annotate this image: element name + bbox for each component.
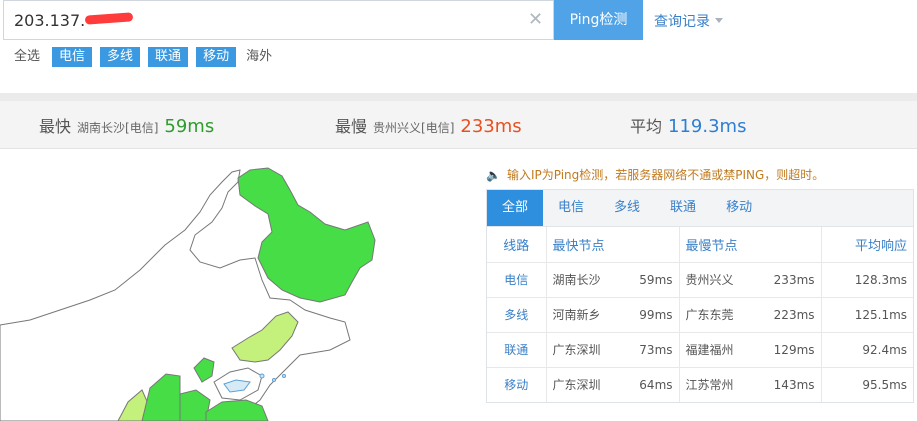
cell-slow-node: 贵州兴义 [679, 262, 760, 298]
table-row[interactable]: 电信 湖南长沙 59ms 贵州兴义 233ms 128.3ms [487, 262, 914, 298]
cell-avg: 95.5ms [862, 377, 908, 392]
chevron-down-icon [715, 18, 723, 23]
stat-slowest-node: 贵州兴义[电信] [373, 121, 455, 135]
stat-fastest: 最快 湖南长沙[电信] 59ms [39, 113, 214, 137]
cell-fast-node: 广东深圳 [552, 378, 601, 393]
cell-line: 移动 [487, 367, 547, 402]
cell-fast-ms: 59ms [616, 262, 680, 298]
stat-fastest-label: 最快 [39, 117, 72, 136]
stat-average: 平均 119.3ms [630, 113, 746, 137]
header-fastest: 最快节点 [546, 227, 680, 263]
cell-line: 联通 [487, 332, 547, 368]
speaker-icon: 🔈 [486, 168, 501, 182]
tab-telecom[interactable]: 电信 [543, 190, 599, 226]
map-island [259, 373, 265, 379]
stat-fastest-value: 59ms [164, 116, 215, 137]
table-row[interactable]: 移动 广东深圳 64ms 江苏常州 143ms 95.5ms [487, 367, 913, 402]
notice-text: 输入IP为Ping检测，若服务器网络不通或禁PING，则超时。 [506, 168, 825, 182]
table-row[interactable]: 联通 广东深圳 73ms 福建福州 129ms 92.4ms [487, 332, 914, 368]
divider [0, 93, 917, 101]
cell-avg: 92.4ms [821, 332, 914, 368]
tab-mobile[interactable]: 移动 [711, 190, 767, 226]
cell-fast-ms: 64ms [616, 367, 680, 402]
header-line: 线路 [487, 227, 547, 263]
cell-fast-node: 湖南长沙 [546, 262, 616, 298]
search-area: ✕ Ping检测 查询记录 全选 电信 多线 联通 移动 海外 [0, 0, 917, 92]
cell-slow-ms: 129ms [759, 332, 822, 368]
cell-fast-node: 河南新乡 [546, 297, 616, 333]
cell-fast-node: 广东深圳 [546, 332, 616, 368]
tab-unicom[interactable]: 联通 [655, 190, 711, 226]
cell-fast-ms: 99ms [616, 297, 680, 333]
cell-avg: 128.3ms [821, 262, 914, 298]
header-average: 平均响应 [821, 227, 914, 263]
stat-average-value: 119.3ms [668, 116, 747, 137]
tab-multiline[interactable]: 多线 [599, 190, 655, 226]
results-panel: 全部 电信 多线 联通 移动 线路 最快节点 最慢节点 平均响应 电信 湖南长沙… [486, 189, 914, 403]
map-island [272, 378, 276, 382]
results-table: 线路 最快节点 最慢节点 平均响应 电信 湖南长沙 59ms 贵州兴义 233m… [487, 227, 914, 402]
cell-slow-node: 广东东莞 [679, 297, 760, 333]
ip-input-box[interactable]: ✕ [3, 0, 554, 40]
clear-icon[interactable]: ✕ [528, 9, 543, 31]
stat-average-label: 平均 [630, 117, 663, 136]
notice: 🔈 输入IP为Ping检测，若服务器网络不通或禁PING，则超时。 [486, 166, 824, 183]
cell-fast-ms: 73ms [616, 332, 680, 368]
cell-slow-ms: 233ms [759, 262, 822, 298]
history-dropdown[interactable]: 查询记录 [654, 11, 723, 31]
stats-bar: 最快 湖南长沙[电信] 59ms 最慢 贵州兴义[电信] 233ms 平均 119.3ms [0, 101, 917, 149]
header-slowest: 最慢节点 [679, 227, 822, 263]
stat-fastest-node: 湖南长沙[电信] [77, 121, 159, 135]
table-row[interactable]: 多线 河南新乡 99ms 广东东莞 223ms 125.1ms [487, 297, 914, 333]
history-label: 查询记录 [654, 14, 710, 30]
filter-unicom[interactable]: 联通 [148, 47, 189, 67]
stat-slowest-label: 最慢 [335, 117, 368, 136]
map-island [282, 374, 286, 378]
stat-slowest: 最慢 贵州兴义[电信] 233ms [335, 113, 522, 137]
cell-line: 电信 [487, 262, 547, 298]
cell-avg: 125.1ms [821, 297, 914, 333]
filter-mobile[interactable]: 移动 [196, 47, 237, 67]
filter-overseas[interactable]: 海外 [244, 47, 272, 67]
line-filters: 全选 电信 多线 联通 移动 海外 [14, 47, 272, 67]
ping-button[interactable]: Ping检测 [554, 0, 643, 40]
result-tabs: 全部 电信 多线 联通 移动 [487, 190, 913, 227]
stat-slowest-value: 233ms [460, 116, 522, 137]
tab-all[interactable]: 全部 [487, 190, 544, 226]
cell-slow-ms: 143ms [759, 367, 822, 402]
cell-line: 多线 [487, 297, 547, 333]
filter-telecom[interactable]: 电信 [52, 47, 93, 67]
table-header-row: 线路 最快节点 最慢节点 平均响应 [487, 227, 914, 263]
filter-multiline[interactable]: 多线 [100, 47, 141, 67]
cell-slow-ms: 223ms [759, 297, 822, 333]
cell-slow-node: 福建福州 [679, 332, 760, 368]
filter-select-all[interactable]: 全选 [14, 47, 44, 67]
cell-slow-node: 江苏常州 [685, 378, 734, 393]
china-map [0, 167, 376, 421]
